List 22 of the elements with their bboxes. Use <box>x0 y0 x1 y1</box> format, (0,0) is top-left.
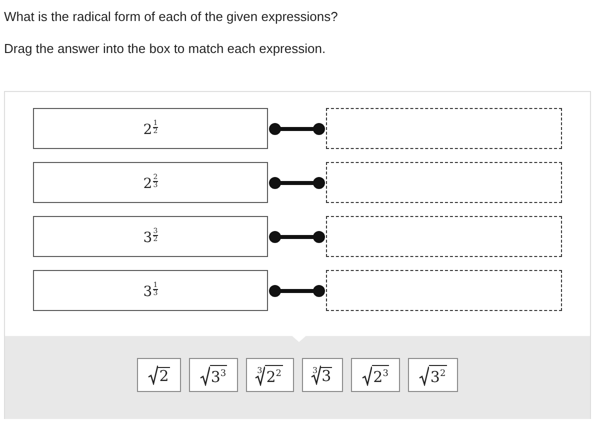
drop-box[interactable] <box>326 216 562 257</box>
drop-box[interactable] <box>326 108 562 149</box>
drop-box[interactable] <box>326 270 562 311</box>
instruction-text: Drag the answer into the box to match each expression. <box>3 41 327 56</box>
radical-sign-icon <box>362 366 372 386</box>
radical-sign-icon <box>419 366 430 386</box>
radical-sign-icon <box>148 365 158 385</box>
answer-tile[interactable]: 2$^{3}$ <box>351 358 400 392</box>
connector-drawing <box>268 284 326 298</box>
answer-tile[interactable]: 3$^{3}$ <box>188 358 238 392</box>
connector-drawing <box>268 122 326 136</box>
radical-sign-icon <box>310 365 321 385</box>
drop-box[interactable] <box>326 162 562 203</box>
connector-drawing <box>268 230 326 244</box>
answer-tile[interactable]: 3$^{2}$ <box>408 358 458 392</box>
answer-tile[interactable]: 2 <box>137 358 181 392</box>
radical-sign-icon <box>255 366 266 386</box>
connector-drawing <box>268 176 326 190</box>
answer-tile[interactable]: 3 3 <box>302 358 344 392</box>
question-text: What is the radical form of each of the given expressions? <box>3 8 339 24</box>
answer-tile[interactable]: 3 2$^{2}$ <box>246 358 294 392</box>
radical-sign-icon <box>200 366 210 386</box>
